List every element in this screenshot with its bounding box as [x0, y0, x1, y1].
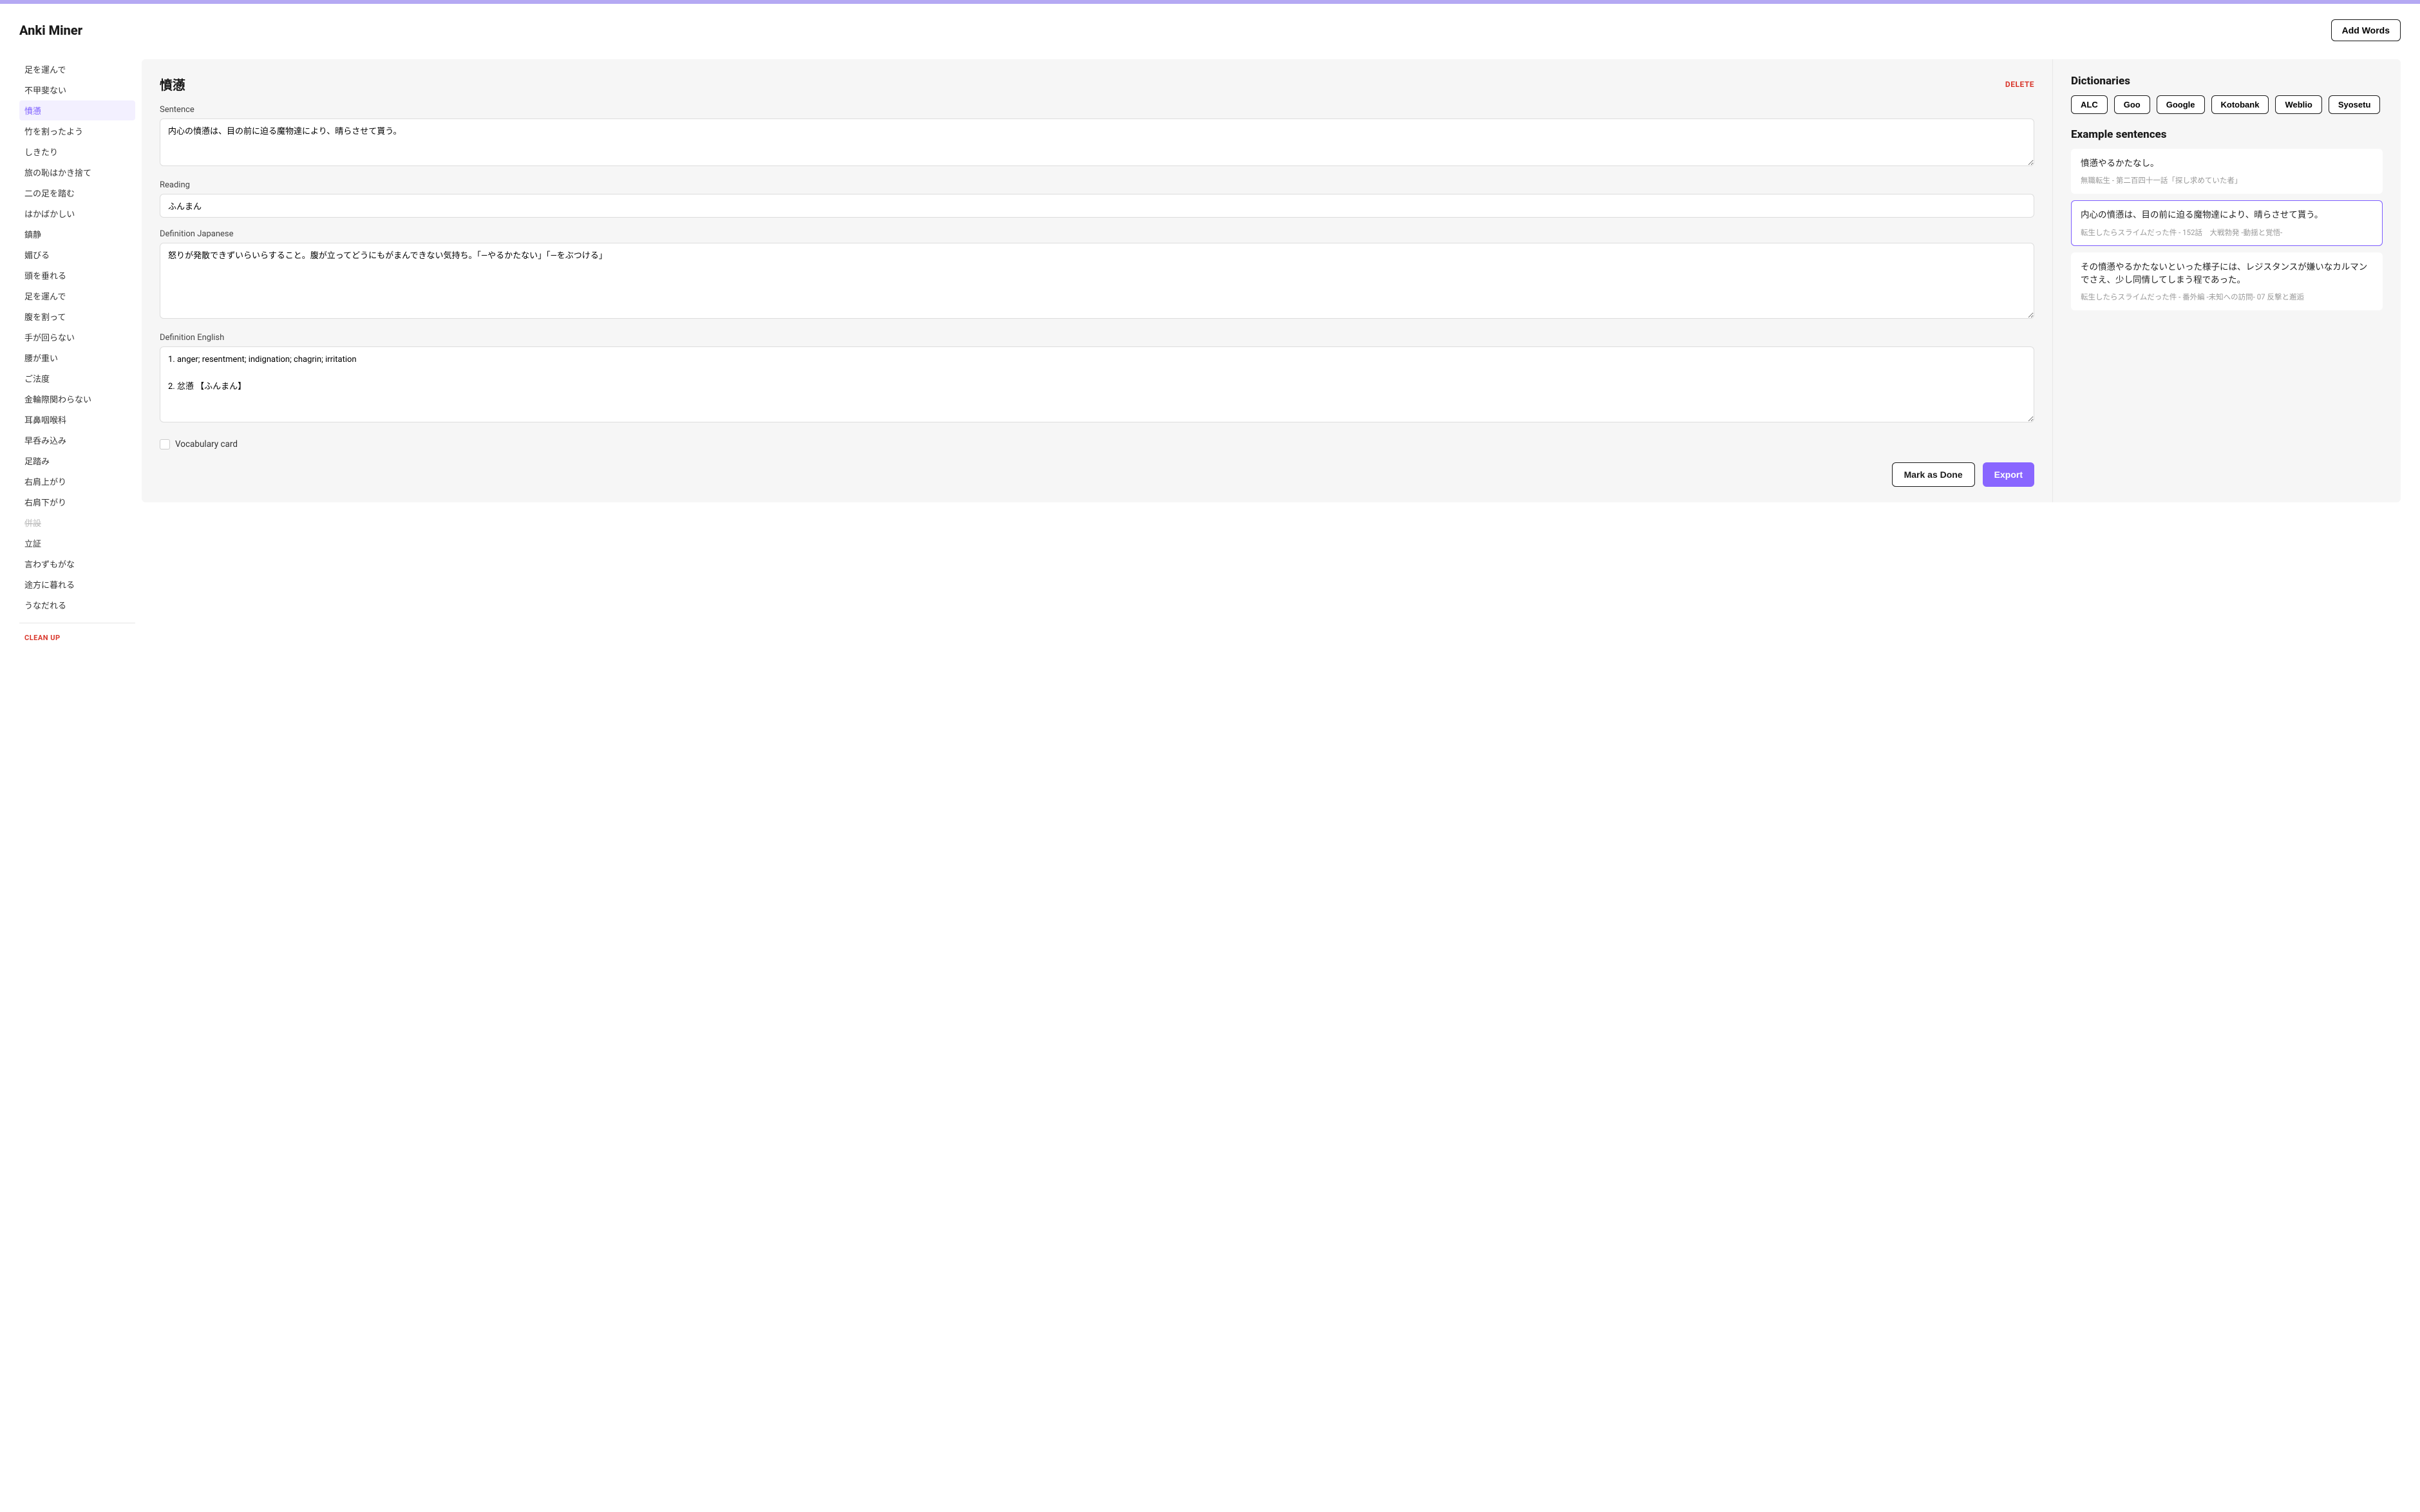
sidebar-item[interactable]: 足を運んで [19, 59, 135, 79]
defen-input[interactable] [160, 346, 2034, 422]
sidebar-item[interactable]: 早呑み込み [19, 430, 135, 450]
sidebar-item[interactable]: 頭を垂れる [19, 265, 135, 285]
dictionary-button[interactable]: Google [2157, 95, 2205, 114]
mark-done-button[interactable]: Mark as Done [1892, 462, 1975, 487]
sidebar-item[interactable]: うなだれる [19, 595, 135, 615]
defjp-label: Definition Japanese [160, 229, 2034, 239]
sidebar-item[interactable]: 足踏み [19, 451, 135, 471]
sidebar-item[interactable]: 併設 [19, 513, 135, 533]
sidebar-item[interactable]: 竹を割ったよう [19, 121, 135, 141]
header: Anki Miner Add Words [0, 4, 2420, 49]
sidebar-item[interactable]: 媚びる [19, 245, 135, 265]
sidebar-item[interactable]: 耳鼻咽喉科 [19, 410, 135, 430]
sidebar-item[interactable]: 足を運んで [19, 286, 135, 306]
defen-label: Definition English [160, 333, 2034, 343]
example-card[interactable]: 内心の憤懣は、目の前に迫る魔物達により、晴らさせて貰う。転生したらスライムだった… [2071, 200, 2383, 245]
edit-pane: 憤懣 DELETE Sentence Reading Definition Ja… [142, 59, 2053, 502]
sidebar-item[interactable]: 不甲斐ない [19, 80, 135, 100]
main-panel: 憤懣 DELETE Sentence Reading Definition Ja… [142, 59, 2401, 502]
examples-title: Example sentences [2071, 128, 2383, 141]
sentence-input[interactable] [160, 118, 2034, 166]
dictionary-button[interactable]: Kotobank [2211, 95, 2269, 114]
sidebar-item[interactable]: 腹を割って [19, 307, 135, 326]
delete-button[interactable]: DELETE [2005, 80, 2034, 89]
sidebar-item[interactable]: 右肩上がり [19, 471, 135, 491]
sidebar-item[interactable]: 旅の恥はかき捨て [19, 162, 135, 182]
reading-input[interactable] [160, 194, 2034, 218]
sidebar-item[interactable]: ご法度 [19, 368, 135, 388]
dictionary-button[interactable]: ALC [2071, 95, 2108, 114]
dictionary-button[interactable]: Goo [2114, 95, 2150, 114]
dictionary-button[interactable]: Weblio [2275, 95, 2321, 114]
sidebar-item[interactable]: はかばかしい [19, 203, 135, 223]
example-sentence: 内心の憤懣は、目の前に迫る魔物達により、晴らさせて貰う。 [2081, 209, 2373, 222]
example-sentence: その憤懣やるかたないといった様子には、レジスタンスが嫌いなカルマンでさえ、少し同… [2081, 261, 2373, 287]
sidebar-item[interactable]: しきたり [19, 142, 135, 162]
sidebar-item[interactable]: 二の足を踏む [19, 183, 135, 203]
dictionaries-title: Dictionaries [2071, 75, 2383, 88]
vocab-checkbox-label: Vocabulary card [175, 439, 238, 449]
export-button[interactable]: Export [1983, 462, 2034, 487]
add-words-button[interactable]: Add Words [2331, 19, 2401, 41]
vocab-checkbox[interactable] [160, 439, 170, 449]
cleanup-button[interactable]: CLEAN UP [19, 631, 135, 645]
example-source: 転生したらスライムだった件 - 152話 大戦勃発 -動揺と覚悟- [2081, 227, 2373, 238]
example-source: 転生したらスライムだった件 - 番外編 -未知への訪問- 07 反撃と邂逅 [2081, 292, 2373, 302]
sentence-label: Sentence [160, 105, 2034, 115]
example-source: 無職転生 - 第二百四十一話「探し求めていた者」 [2081, 175, 2373, 185]
sidebar-item[interactable]: 腰が重い [19, 348, 135, 368]
dictionary-button[interactable]: Syosetu [2329, 95, 2381, 114]
app-title: Anki Miner [19, 23, 82, 38]
sidebar-item[interactable]: 立証 [19, 533, 135, 553]
sidebar-item[interactable]: 憤懣 [19, 100, 135, 120]
sidebar-item[interactable]: 金輪際関わらない [19, 389, 135, 409]
sidebar-item[interactable]: 途方に暮れる [19, 574, 135, 594]
defjp-input[interactable] [160, 243, 2034, 319]
example-card[interactable]: その憤懣やるかたないといった様子には、レジスタンスが嫌いなカルマンでさえ、少し同… [2071, 252, 2383, 311]
reading-label: Reading [160, 180, 2034, 190]
sidebar-item[interactable]: 鎮静 [19, 224, 135, 244]
example-card[interactable]: 憤懣やるかたなし。無職転生 - 第二百四十一話「探し求めていた者」 [2071, 149, 2383, 194]
example-sentence: 憤懣やるかたなし。 [2081, 157, 2373, 170]
sidebar-item[interactable]: 言わずもがな [19, 554, 135, 574]
sidebar-item[interactable]: 右肩下がり [19, 492, 135, 512]
side-pane: Dictionaries ALC Goo Google Kotobank Weblio S… [2053, 59, 2401, 502]
sidebar: 足を運んで不甲斐ない憤懣竹を割ったようしきたり旅の恥はかき捨て二の足を踏むはかば… [19, 59, 142, 645]
sidebar-item[interactable]: 手が回らない [19, 327, 135, 347]
headword: 憤懣 [160, 75, 185, 93]
